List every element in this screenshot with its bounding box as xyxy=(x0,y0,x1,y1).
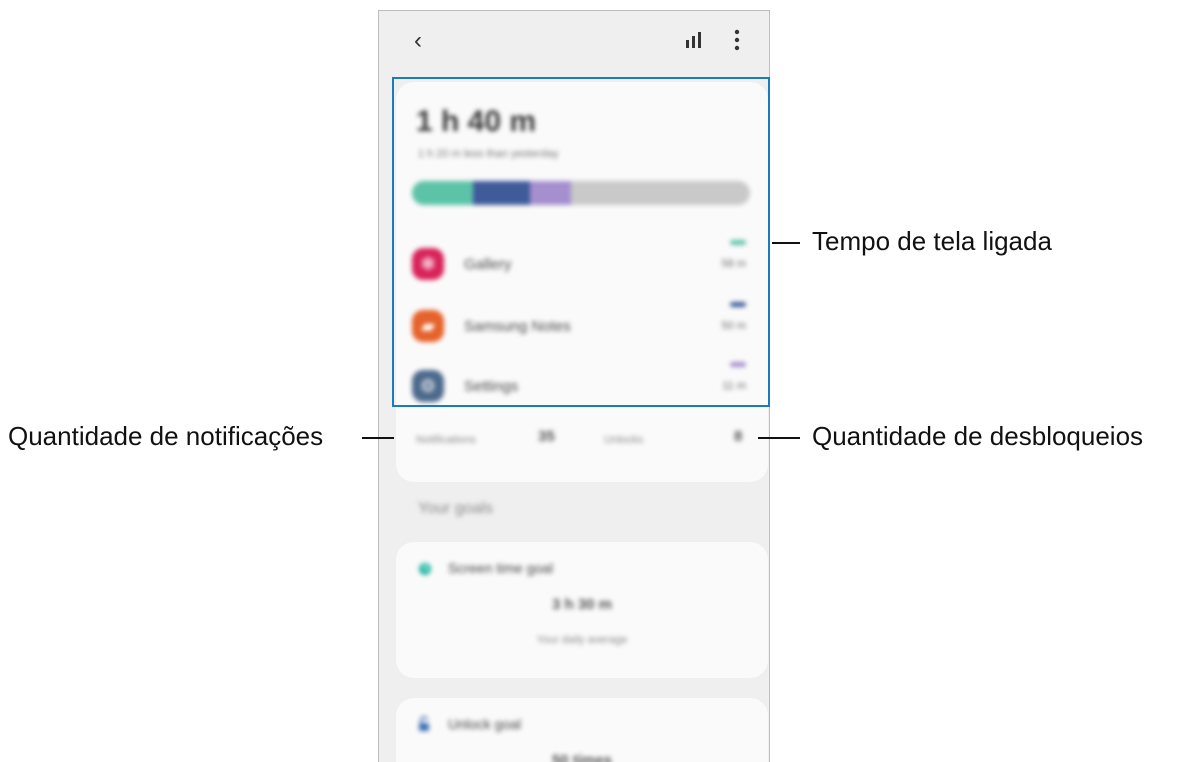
clock-icon xyxy=(419,563,431,575)
unlock-goal-card[interactable]: Unlock goal 50 times xyxy=(396,698,768,762)
notifications-label: Notifications xyxy=(416,434,476,446)
goals-section-title: Your goals xyxy=(418,500,494,517)
unlocks-label: Unlocks xyxy=(604,434,644,446)
screen-time-goal-label: Screen time goal xyxy=(448,560,554,576)
screen-time-leader xyxy=(772,242,800,244)
unlocks-count: 8 xyxy=(734,428,743,445)
unlock-goal-label: Unlock goal xyxy=(448,716,522,732)
screen-time-goal-value: 3 h 30 m xyxy=(551,596,613,613)
unlocks-callout: Quantidade de desbloqueios xyxy=(812,421,1144,451)
unlock-goal-value: 50 times xyxy=(551,752,613,762)
lock-icon xyxy=(419,716,429,731)
notifications-leader xyxy=(362,437,394,439)
notifications-stat[interactable]: Notifications 35 xyxy=(416,428,586,452)
screen-time-goal-note: Your daily average xyxy=(536,634,628,646)
notifications-callout: Quantidade de notificações xyxy=(8,421,324,451)
unlocks-stat[interactable]: Unlocks 8 xyxy=(604,428,754,452)
notifications-count: 35 xyxy=(538,428,555,445)
screen-time-goal-content: Screen time goal 3 h 30 m Your daily ave… xyxy=(396,542,768,678)
screen-time-highlight xyxy=(392,77,770,407)
phone-frame-top xyxy=(378,10,770,11)
screen-time-callout: Tempo de tela ligada xyxy=(812,226,1052,256)
unlock-goal-content: Unlock goal 50 times xyxy=(396,698,768,762)
unlocks-leader xyxy=(758,437,800,439)
phone-frame-left xyxy=(378,10,379,762)
screen-time-goal-card[interactable]: Screen time goal 3 h 30 m Your daily ave… xyxy=(396,542,768,678)
